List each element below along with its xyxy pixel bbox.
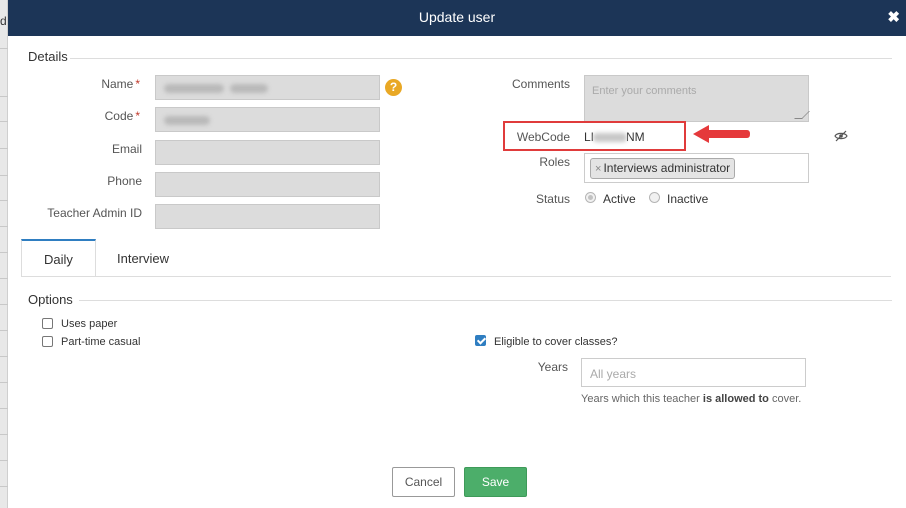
background-row-divider xyxy=(0,330,8,331)
uses-paper-checkbox[interactable] xyxy=(42,318,53,329)
name-field[interactable] xyxy=(155,75,380,100)
save-button[interactable]: Save xyxy=(464,467,527,497)
roles-select[interactable]: × Interviews administrator xyxy=(584,153,809,183)
comments-textarea[interactable]: Enter your comments xyxy=(584,75,810,122)
status-active-label: Active xyxy=(603,192,636,206)
years-input[interactable]: All years xyxy=(581,358,806,387)
role-tag: × Interviews administrator xyxy=(590,158,736,179)
help-icon[interactable]: ? xyxy=(385,79,402,96)
comments-placeholder: Enter your comments xyxy=(592,85,697,97)
background-row-divider xyxy=(0,226,8,227)
part-time-casual-checkbox[interactable] xyxy=(42,336,53,347)
code-label: Code * xyxy=(104,109,140,123)
eye-off-icon[interactable] xyxy=(834,130,848,142)
name-label: Name * xyxy=(101,77,140,91)
background-row-divider xyxy=(0,48,8,49)
tabs-divider xyxy=(21,276,891,277)
background-row-divider xyxy=(0,252,8,253)
dialog-title: Update user xyxy=(418,9,496,25)
background-text: d xyxy=(0,14,7,28)
uses-paper-label: Uses paper xyxy=(61,318,118,330)
options-divider xyxy=(79,300,892,301)
background-page-strip: d xyxy=(0,0,8,508)
background-row-divider xyxy=(0,96,8,97)
resize-grip-icon[interactable] xyxy=(794,111,810,119)
details-heading: Details xyxy=(28,49,68,64)
background-row-divider xyxy=(0,200,8,201)
status-label: Status xyxy=(535,192,570,206)
background-row-divider xyxy=(0,434,8,435)
remove-tag-icon[interactable]: × xyxy=(595,163,601,175)
email-field[interactable] xyxy=(155,140,380,165)
email-label: Email xyxy=(111,142,142,156)
tab-daily[interactable]: Daily xyxy=(44,252,73,267)
close-icon[interactable]: ✖ xyxy=(887,8,900,26)
options-heading: Options xyxy=(28,292,73,307)
status-inactive-label: Inactive xyxy=(667,192,709,206)
dialog-header: Update user ✖ xyxy=(8,0,906,36)
background-row-divider xyxy=(0,175,8,176)
phone-label: Phone xyxy=(107,174,142,188)
status-inactive-radio[interactable] xyxy=(649,192,660,203)
part-time-casual-label: Part-time casual xyxy=(61,336,141,348)
years-help-text: Years which this teacher is allowed to c… xyxy=(581,393,802,405)
required-marker: * xyxy=(135,109,140,123)
background-row-divider xyxy=(0,356,8,357)
arrow-left-icon xyxy=(693,125,750,143)
comments-label: Comments xyxy=(511,77,570,91)
background-row-divider xyxy=(0,382,8,383)
teacher-admin-id-label: Teacher Admin ID xyxy=(47,206,142,220)
annotation-highlight-box xyxy=(503,121,686,151)
background-row-divider xyxy=(0,278,8,279)
cancel-button[interactable]: Cancel xyxy=(392,467,455,497)
required-marker: * xyxy=(135,77,140,91)
background-row-divider xyxy=(0,486,8,487)
details-divider xyxy=(70,58,892,59)
eligible-to-cover-checkbox[interactable] xyxy=(475,335,486,346)
eligible-to-cover-label: Eligible to cover classes? xyxy=(494,336,618,348)
roles-label: Roles xyxy=(539,155,570,169)
status-active-radio[interactable] xyxy=(585,192,596,203)
tab-interview[interactable]: Interview xyxy=(117,251,169,266)
years-label: Years xyxy=(537,360,568,374)
background-row-divider xyxy=(0,148,8,149)
phone-field[interactable] xyxy=(155,172,380,197)
teacher-admin-id-field[interactable] xyxy=(155,204,380,229)
years-placeholder: All years xyxy=(590,367,637,381)
update-user-dialog: Update user ✖ Details Name * ? Code * Emai… xyxy=(8,0,906,508)
background-row-divider xyxy=(0,408,8,409)
background-row-divider xyxy=(0,460,8,461)
background-row-divider xyxy=(0,121,8,122)
code-field[interactable] xyxy=(155,107,380,132)
background-row-divider xyxy=(0,304,8,305)
